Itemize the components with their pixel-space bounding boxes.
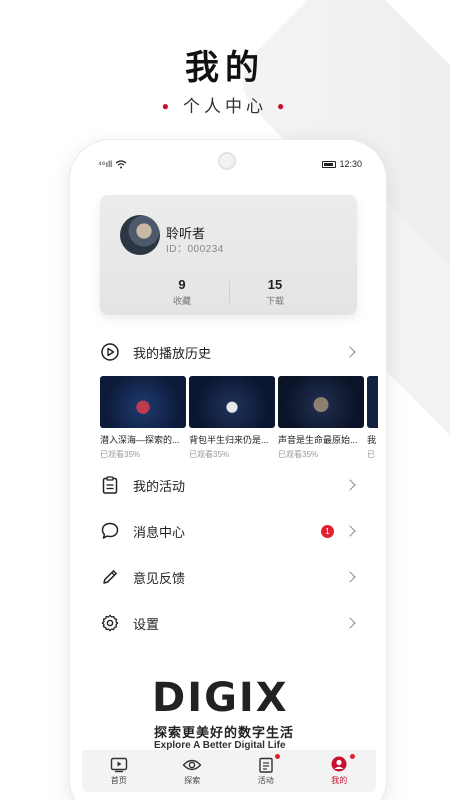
profile-card[interactable]: 聆听者 ID：000234 9 收藏 15 下载 bbox=[100, 195, 357, 315]
nav-explore[interactable]: 探索 bbox=[162, 757, 222, 786]
nav-activities[interactable]: 活动 bbox=[236, 754, 296, 786]
menu-item-activities[interactable]: 我的活动 bbox=[100, 470, 358, 500]
notification-badge: 1 bbox=[321, 524, 334, 538]
play-circle-icon bbox=[100, 342, 120, 362]
stat-label: 收藏 bbox=[172, 296, 191, 306]
menu-label: 消息中心 bbox=[133, 524, 186, 540]
chevron-right-icon bbox=[344, 479, 356, 491]
pencil-icon bbox=[100, 567, 120, 587]
page-title: 我的 bbox=[185, 49, 265, 87]
video-thumbnail bbox=[278, 376, 364, 428]
stat-favorites[interactable]: 9 收藏 bbox=[142, 277, 222, 307]
brand-slogan-cn: 探索更美好的数字生活 bbox=[154, 725, 295, 740]
gear-icon bbox=[100, 613, 120, 633]
stat-value: 15 bbox=[267, 277, 283, 292]
brand-logo: DIGIX bbox=[152, 675, 289, 721]
status-time: 12:30 bbox=[339, 159, 362, 169]
phone-mockup: ⁴⁶ıll 12:30 聆听者 ID：000234 9 收藏 15 下载 我的播… bbox=[70, 140, 386, 800]
clipboard-icon bbox=[100, 475, 120, 495]
menu-label: 设置 bbox=[133, 616, 160, 632]
eye-icon bbox=[182, 759, 202, 770]
history-video-list: 潜入深海—探索的... 已观看35% 背包半生归来仍是... 已观看35% 声音… bbox=[100, 376, 378, 466]
chevron-right-icon bbox=[344, 617, 356, 629]
stat-label: 下载 bbox=[265, 296, 284, 306]
nav-label: 活动 bbox=[257, 776, 274, 785]
nav-home[interactable]: 首页 bbox=[89, 757, 149, 786]
menu-item-feedback[interactable]: 意见反馈 bbox=[100, 562, 358, 592]
menu-item-messages[interactable]: 消息中心 1 bbox=[100, 516, 358, 546]
user-icon bbox=[331, 756, 347, 772]
dot-icon: ● bbox=[161, 99, 173, 113]
menu-item-settings[interactable]: 设置 bbox=[100, 608, 358, 638]
avatar[interactable] bbox=[120, 215, 160, 255]
chevron-right-icon bbox=[344, 346, 356, 358]
menu-label: 意见反馈 bbox=[133, 570, 186, 586]
menu-label: 我的活动 bbox=[133, 478, 186, 494]
clipboard-icon bbox=[259, 757, 273, 773]
chevron-right-icon bbox=[344, 525, 356, 537]
play-screen-icon bbox=[110, 757, 127, 772]
notification-dot bbox=[350, 754, 356, 759]
menu-item-history[interactable]: 我的播放历史 bbox=[100, 337, 358, 367]
chat-bubble-icon bbox=[100, 521, 120, 541]
page-subtitle: ● 个人中心 ● bbox=[0, 92, 450, 117]
user-id: ID：000234 bbox=[166, 244, 224, 255]
video-progress: 已观看35% bbox=[189, 450, 230, 459]
wifi-icon bbox=[115, 159, 127, 168]
video-thumbnail bbox=[367, 376, 378, 428]
bottom-nav: 首页 探索 活动 我的 bbox=[82, 750, 376, 792]
video-title: 声音是生命最原始... bbox=[278, 435, 358, 445]
video-progress: 已观看35% bbox=[100, 450, 141, 459]
dot-icon: ● bbox=[277, 99, 289, 113]
video-thumbnail bbox=[189, 376, 275, 428]
nav-label: 我的 bbox=[331, 776, 348, 785]
stat-value: 9 bbox=[178, 277, 186, 292]
nav-label: 首页 bbox=[110, 775, 127, 785]
signal-icon: ⁴⁶ıll bbox=[98, 159, 113, 169]
nav-mine[interactable]: 我的 bbox=[309, 754, 369, 786]
chevron-right-icon bbox=[344, 571, 356, 583]
video-thumbnail bbox=[100, 376, 186, 428]
battery-icon bbox=[322, 160, 337, 168]
notification-dot bbox=[274, 754, 280, 759]
video-card[interactable]: 声音是生命最原始... 已观看35% bbox=[278, 376, 364, 460]
page-subtitle-text: 个人中心 bbox=[183, 97, 267, 116]
video-card[interactable]: 我 已 bbox=[367, 376, 378, 460]
video-progress: 已观看35% bbox=[278, 450, 319, 459]
menu-label: 我的播放历史 bbox=[133, 345, 212, 361]
video-card[interactable]: 潜入深海—探索的... 已观看35% bbox=[100, 376, 186, 460]
nav-label: 探索 bbox=[184, 775, 201, 785]
video-title: 背包半生归来仍是... bbox=[189, 435, 269, 445]
status-bar: ⁴⁶ıll 12:30 bbox=[98, 157, 362, 171]
video-progress: 已 bbox=[367, 450, 375, 459]
video-title: 我 bbox=[367, 435, 377, 445]
video-title: 潜入深海—探索的... bbox=[100, 435, 180, 445]
video-card[interactable]: 背包半生归来仍是... 已观看35% bbox=[189, 376, 275, 460]
stat-downloads[interactable]: 15 下载 bbox=[235, 277, 315, 307]
divider bbox=[229, 281, 230, 303]
